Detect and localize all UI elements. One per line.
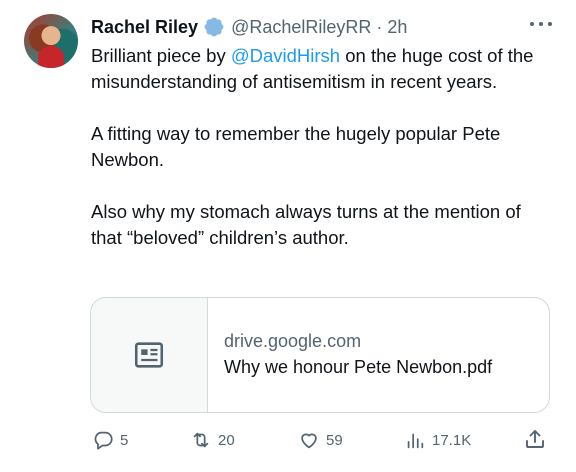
like-button[interactable]: 59 [298,427,343,453]
card-text: drive.google.com Why we honour Pete Newb… [208,298,492,412]
card-thumbnail [91,298,208,412]
tweet-text: Brilliant piece by @DavidHirsh on the hu… [91,43,551,251]
more-options-icon[interactable] [530,18,552,30]
views-button[interactable]: 17.1K [404,427,471,453]
tweet-paragraph-3: Also why my stomach always turns at the … [91,201,521,248]
tweet-header: Rachel Riley @RachelRileyRR · 2h [91,15,407,39]
document-icon [134,342,164,368]
card-title[interactable]: Why we honour Pete Newbon.pdf [224,354,492,380]
tweet-paragraph-2: A fitting way to remember the hugely pop… [91,123,501,170]
verified-badge-icon [203,16,225,38]
card-domain: drive.google.com [224,331,362,351]
view-count: 17.1K [432,431,472,449]
share-icon [526,430,544,448]
share-button[interactable] [523,427,547,451]
link-card[interactable]: drive.google.com Why we honour Pete Newb… [90,297,550,413]
action-bar: 5 20 59 17.1K [0,427,576,453]
avatar[interactable] [24,14,78,68]
separator-dot: · [376,16,383,37]
reply-count: 5 [120,431,129,449]
repost-count: 20 [218,431,235,449]
repost-button[interactable]: 20 [190,427,235,453]
timestamp[interactable]: 2h [387,17,407,38]
author-handle[interactable]: @RachelRileyRR [231,17,371,38]
like-count: 59 [326,431,343,449]
author-name[interactable]: Rachel Riley [91,17,198,38]
reply-icon [94,431,113,450]
tweet-text-segment: Brilliant piece by [91,45,231,66]
reply-button[interactable]: 5 [92,427,128,453]
tweet: Rachel Riley @RachelRileyRR · 2h Brillia… [0,0,576,472]
heart-icon [301,433,317,449]
tweet-paragraph-1: Brilliant piece by @DavidHirsh on the hu… [91,43,551,95]
analytics-icon [407,433,424,449]
mention-link[interactable]: @DavidHirsh [231,45,340,66]
repost-icon [193,432,209,448]
